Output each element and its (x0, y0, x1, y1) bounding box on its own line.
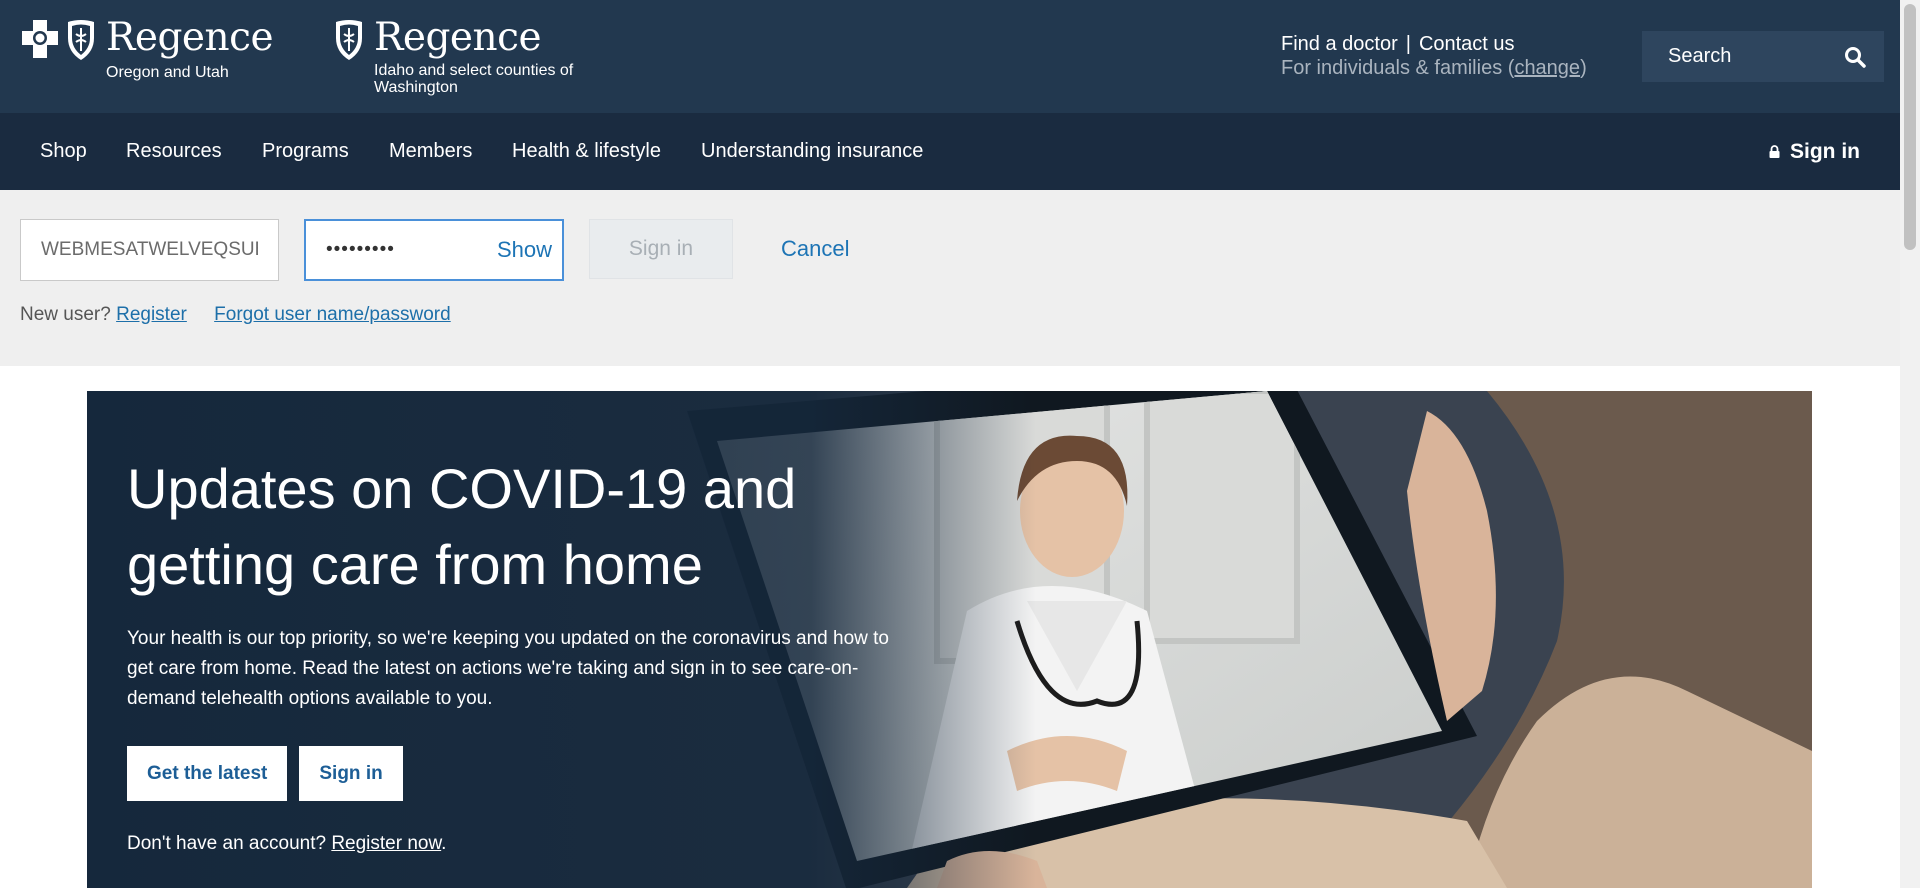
brand-name: Regence (374, 15, 542, 60)
brand-region: Idaho and select counties of Washington (374, 62, 574, 96)
contact-us-link[interactable]: Contact us (1419, 33, 1515, 55)
regence-idaho-washington-logo[interactable]: Regence Idaho and select counties of Was… (332, 18, 614, 96)
hero-buttons: Get the latest Sign in (127, 746, 403, 801)
password-field[interactable]: Show (304, 219, 564, 281)
brand-name: Regence (106, 15, 274, 60)
nav-item-shop[interactable]: Shop (40, 113, 87, 190)
scrollbar-thumb[interactable] (1904, 4, 1916, 250)
username-input[interactable] (39, 238, 260, 262)
hero-body: Your health is our top priority, so we'r… (127, 628, 889, 709)
covid-hero-banner: Updates on COVID-19 and getting care fro… (87, 391, 1812, 888)
paren-close: ) (1580, 57, 1587, 79)
nav-item-resources[interactable]: Resources (126, 113, 222, 190)
site-header: Regence Oregon and Utah Regence Idaho an… (0, 0, 1900, 113)
regence-oregon-utah-logo[interactable]: Regence Oregon and Utah (20, 15, 274, 81)
utility-links: Find a doctor | Contact us For individuals… (1281, 32, 1587, 80)
nav-sign-in-button[interactable]: Sign in (1769, 113, 1860, 190)
nav-sign-in-label: Sign in (1790, 139, 1860, 163)
cancel-button[interactable]: Cancel (781, 219, 849, 279)
nav-item-programs[interactable]: Programs (262, 113, 349, 190)
find-a-doctor-link[interactable]: Find a doctor (1281, 33, 1398, 55)
new-user-text: New user? (20, 304, 111, 325)
page-scrollbar[interactable] (1900, 0, 1920, 888)
change-audience-link[interactable]: change (1514, 57, 1580, 79)
search-icon[interactable] (1840, 42, 1870, 72)
register-prompt: Don't have an account? Register now. (127, 833, 446, 855)
register-prompt-period: . (441, 833, 447, 854)
hero-title: Updates on COVID-19 and getting care fro… (127, 457, 797, 596)
username-field[interactable] (20, 219, 279, 281)
login-help: New user? Register Forgot user name/pass… (20, 304, 451, 326)
audience-selector: For individuals & families (change) (1281, 56, 1587, 80)
brand-region: Oregon and Utah (106, 64, 229, 81)
show-password-button[interactable]: Show (497, 237, 552, 263)
register-prompt-text: Don't have an account? (127, 833, 327, 854)
register-now-link[interactable]: Register now (331, 833, 441, 854)
nav-item-health-lifestyle[interactable]: Health & lifestyle (512, 113, 661, 190)
get-the-latest-button[interactable]: Get the latest (127, 746, 288, 801)
sign-in-panel: Show Sign in Cancel New user? Register F… (0, 190, 1900, 366)
search-input[interactable] (1666, 44, 1840, 69)
blue-cross-blue-shield-icon (20, 18, 98, 62)
sign-in-submit-button[interactable]: Sign in (589, 219, 733, 279)
lock-icon (1769, 140, 1780, 164)
site-search (1642, 31, 1884, 82)
forgot-credentials-link[interactable]: Forgot user name/password (214, 304, 451, 325)
blue-shield-icon (332, 18, 366, 62)
util-separator: | (1405, 33, 1411, 55)
main-nav: Shop Resources Programs Members Health &… (0, 113, 1900, 190)
register-link[interactable]: Register (116, 304, 187, 325)
password-input[interactable] (324, 238, 474, 262)
audience-text: For individuals & families (1281, 57, 1503, 79)
hero-sign-in-button[interactable]: Sign in (299, 746, 403, 801)
nav-item-members[interactable]: Members (389, 113, 472, 190)
nav-item-understanding-insurance[interactable]: Understanding insurance (701, 113, 923, 190)
